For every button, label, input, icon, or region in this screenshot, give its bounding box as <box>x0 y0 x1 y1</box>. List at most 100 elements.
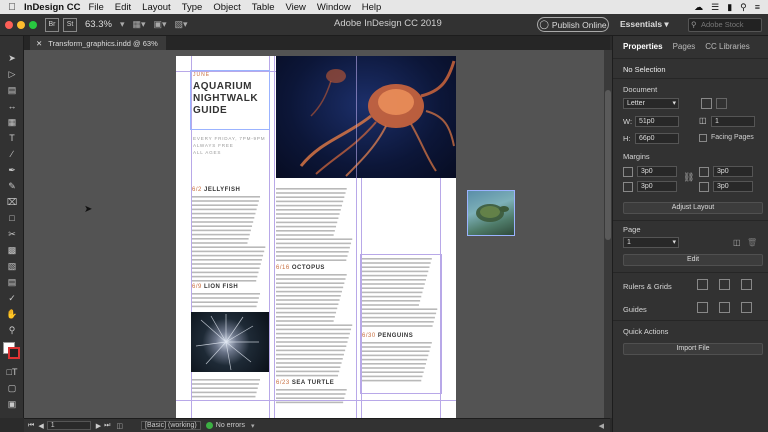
apply-none-icon[interactable]: ▢ <box>4 382 20 394</box>
body-text-block[interactable] <box>362 257 440 329</box>
line-tool-icon[interactable]: ∕ <box>4 148 20 160</box>
workspace-switcher[interactable]: Essentials ▾ <box>620 19 669 30</box>
margin-left-field[interactable]: 3p0 <box>713 166 753 177</box>
zoom-level[interactable]: 63.3% <box>85 19 112 30</box>
bridge-icon[interactable]: Br <box>45 17 59 32</box>
adobe-stock-search[interactable]: ⚲ Adobe Stock <box>688 18 762 32</box>
content-collector-icon[interactable]: ▦ <box>4 116 20 128</box>
body-text-block[interactable] <box>276 187 355 263</box>
scroll-left-icon[interactable]: ◀ <box>599 422 604 430</box>
baseline-grid-icon[interactable] <box>719 279 730 290</box>
free-transform-tool-icon[interactable]: ▩ <box>4 244 20 256</box>
page-selector[interactable]: 1 <box>46 421 91 430</box>
margin-right-field[interactable]: 3p0 <box>713 181 753 192</box>
tab-cc-libraries[interactable]: CC Libraries <box>705 42 749 56</box>
control-center-icon[interactable]: ≡ <box>755 2 760 12</box>
document-tab[interactable]: ✕ Transform_graphics.indd @ 63% <box>30 36 166 50</box>
last-page-icon[interactable]: ⏭ <box>104 422 110 430</box>
margin-bottom-field[interactable]: 3p0 <box>637 181 677 192</box>
screen-mode-tool-icon[interactable]: ▣ <box>4 398 20 410</box>
next-page-icon[interactable]: ▶ <box>96 422 101 430</box>
gradient-tool-icon[interactable]: ▧ <box>4 260 20 272</box>
first-page-icon[interactable]: ⏮ <box>28 422 34 430</box>
hand-tool-icon[interactable]: ✋ <box>4 308 20 320</box>
menu-view[interactable]: View <box>286 2 306 13</box>
open-page-icon[interactable]: ◫ <box>116 422 123 430</box>
scrollbar-thumb[interactable] <box>605 90 611 240</box>
note-tool-icon[interactable]: ▤ <box>4 276 20 288</box>
menu-window[interactable]: Window <box>317 2 351 13</box>
spotlight-icon[interactable]: ⚲ <box>740 2 747 13</box>
document-page[interactable]: JUNE AQUARIUM NIGHTWALK GUIDE EVERY FRID… <box>176 56 456 418</box>
menu-type[interactable]: Type <box>182 2 203 13</box>
stroke-swatch[interactable] <box>8 347 20 359</box>
document-grid-icon[interactable] <box>741 279 752 290</box>
battery-icon[interactable]: ▮ <box>727 2 732 13</box>
lionfish-photo[interactable] <box>191 312 269 372</box>
body-text-block[interactable] <box>192 195 268 283</box>
screen-mode-icon[interactable]: ▣▾ <box>154 19 167 30</box>
pencil-tool-icon[interactable]: ✎ <box>4 180 20 192</box>
body-text-block[interactable] <box>362 341 440 385</box>
menu-help[interactable]: Help <box>362 2 382 13</box>
formatting-affects-text-icon[interactable]: □T <box>4 366 20 378</box>
stock-icon[interactable]: St <box>63 17 77 32</box>
landscape-orientation-icon[interactable] <box>716 98 727 109</box>
body-text-block[interactable] <box>192 378 268 398</box>
page-count-field[interactable]: 1 <box>711 116 755 127</box>
publish-online-button[interactable]: ◯ Publish Online <box>537 17 609 32</box>
minimize-window-icon[interactable] <box>17 20 25 29</box>
facing-pages-checkbox[interactable] <box>699 134 707 142</box>
zoom-window-icon[interactable] <box>29 20 37 29</box>
gap-tool-icon[interactable]: ↔ <box>4 100 20 112</box>
zoom-tool-icon[interactable]: ⚲ <box>4 324 20 336</box>
direct-selection-tool-icon[interactable]: ▷ <box>4 68 20 80</box>
tab-properties[interactable]: Properties <box>623 42 663 56</box>
delete-page-icon[interactable]: 🗑 <box>747 238 757 247</box>
smart-guides-icon[interactable] <box>719 302 730 313</box>
type-tool-icon[interactable]: T <box>4 132 20 144</box>
menu-layout[interactable]: Layout <box>142 2 171 13</box>
page-size-dropdown[interactable]: Letter ▾ <box>623 98 679 109</box>
app-menu[interactable]: InDesign CC <box>24 2 80 13</box>
view-options-icon[interactable]: ▦▾ <box>132 19 145 30</box>
scissors-tool-icon[interactable]: ✂ <box>4 228 20 240</box>
pen-tool-icon[interactable]: ✒ <box>4 164 20 176</box>
ruler-icon[interactable] <box>697 279 708 290</box>
body-text-block[interactable] <box>276 388 355 404</box>
body-text-block[interactable] <box>192 292 268 310</box>
preflight-menu-icon[interactable]: ▾ <box>251 422 255 430</box>
page-dropdown[interactable]: 1 ▾ <box>623 237 679 248</box>
menu-file[interactable]: File <box>88 2 103 13</box>
import-file-button[interactable]: Import File <box>623 343 763 355</box>
jellyfish-photo[interactable] <box>276 56 456 178</box>
page-tool-icon[interactable]: ▤ <box>4 84 20 96</box>
apple-menu-icon[interactable]:  <box>0 2 24 13</box>
lock-guides-icon[interactable] <box>741 302 752 313</box>
creative-cloud-icon[interactable]: ☁ <box>694 2 703 13</box>
rectangle-frame-tool-icon[interactable]: ⌧ <box>4 196 20 208</box>
adjust-layout-button[interactable]: Adjust Layout <box>623 202 763 214</box>
show-guides-icon[interactable] <box>697 302 708 313</box>
menu-table[interactable]: Table <box>252 2 275 13</box>
width-field[interactable]: 51p0 <box>635 116 679 127</box>
previous-page-icon[interactable]: ◀ <box>38 422 43 430</box>
height-field[interactable]: 66p0 <box>635 133 679 144</box>
body-text-block[interactable] <box>276 273 355 377</box>
margin-top-field[interactable]: 3p0 <box>637 166 677 177</box>
edit-page-button[interactable]: Edit <box>623 254 763 266</box>
close-tab-icon[interactable]: ✕ <box>36 39 42 48</box>
arrange-documents-icon[interactable]: ▧▾ <box>175 19 188 30</box>
new-page-icon[interactable]: ◫ <box>733 238 741 247</box>
link-margins-icon[interactable]: ⛓ <box>683 172 694 183</box>
rectangle-tool-icon[interactable]: □ <box>4 212 20 224</box>
vertical-scrollbar[interactable] <box>604 50 612 418</box>
wifi-icon[interactable]: ☰ <box>711 2 719 13</box>
menu-object[interactable]: Object <box>213 2 240 13</box>
eyedropper-tool-icon[interactable]: ✓ <box>4 292 20 304</box>
chevron-down-icon[interactable]: ▾ <box>120 19 125 30</box>
selection-tool-icon[interactable]: ➤ <box>4 52 20 64</box>
tab-pages[interactable]: Pages <box>673 42 696 56</box>
sea-turtle-photo[interactable] <box>467 190 515 236</box>
preflight-profile[interactable]: [Basic] (working) <box>141 421 201 430</box>
